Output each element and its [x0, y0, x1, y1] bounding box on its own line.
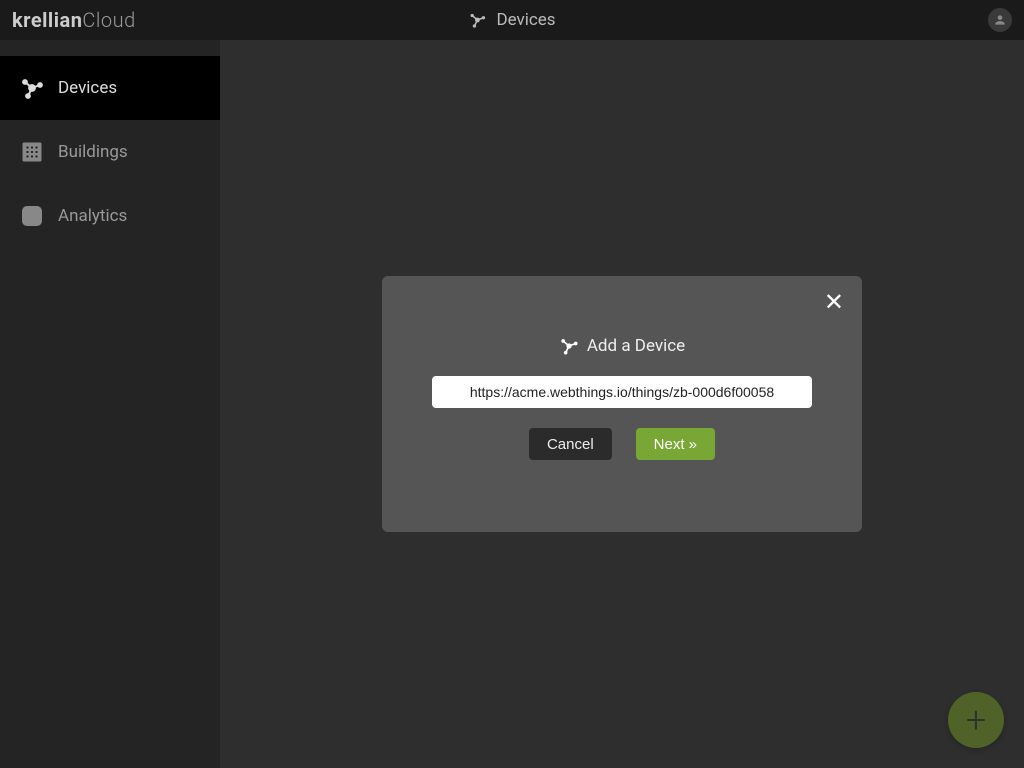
- add-device-modal: ✕ Add a Device Cancel Next »: [382, 276, 862, 532]
- modal-title-text: Add a Device: [587, 336, 685, 356]
- sidebar-item-buildings[interactable]: Buildings: [0, 120, 220, 184]
- sidebar-item-label: Devices: [58, 78, 117, 98]
- brand-bold: krellian: [12, 8, 82, 32]
- sidebar: Devices Buildings Analytics: [0, 40, 220, 768]
- close-icon: ✕: [824, 288, 844, 316]
- devices-icon: [468, 11, 486, 29]
- device-url-input[interactable]: [432, 376, 812, 408]
- main-content: + ✕ Add a Device Cancel Next »: [220, 40, 1024, 768]
- devices-icon: [559, 336, 579, 356]
- page-title-text: Devices: [496, 10, 555, 30]
- sidebar-item-label: Buildings: [58, 142, 128, 162]
- page-title: Devices: [468, 10, 555, 30]
- top-bar: krellianCloud Devices: [0, 0, 1024, 40]
- sidebar-item-devices[interactable]: Devices: [0, 56, 220, 120]
- cancel-button[interactable]: Cancel: [529, 428, 612, 460]
- close-button[interactable]: ✕: [824, 290, 844, 314]
- sidebar-item-label: Analytics: [58, 206, 127, 226]
- brand-logo[interactable]: krellianCloud: [12, 8, 136, 32]
- sidebar-item-analytics[interactable]: Analytics: [0, 184, 220, 248]
- next-button[interactable]: Next »: [636, 428, 715, 460]
- profile-button[interactable]: [988, 8, 1012, 32]
- brand-light: Cloud: [82, 8, 135, 32]
- plus-icon: +: [966, 702, 986, 738]
- add-device-fab[interactable]: +: [948, 692, 1004, 748]
- analytics-icon: [20, 204, 44, 228]
- user-icon: [993, 13, 1007, 27]
- devices-icon: [20, 76, 44, 100]
- modal-title: Add a Device: [402, 336, 842, 356]
- buildings-icon: [20, 140, 44, 164]
